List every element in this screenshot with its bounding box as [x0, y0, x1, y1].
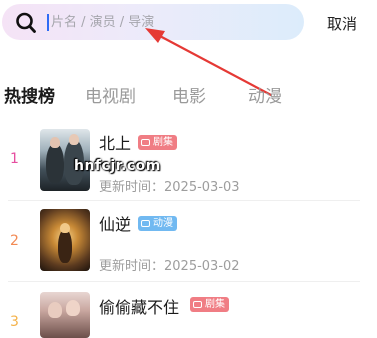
item-title[interactable]: 北上 — [99, 130, 131, 154]
badge-drama: 剧集 — [190, 297, 229, 312]
tab-tv-series[interactable]: 电视剧 — [85, 82, 136, 107]
text-caret — [47, 14, 49, 31]
search-bar[interactable] — [2, 4, 304, 40]
update-time: 更新时间：2025-03-02 — [99, 259, 240, 274]
update-time: 更新时间：2025-03-03 — [99, 180, 240, 195]
search-input[interactable] — [51, 9, 291, 35]
rank-number: 1 — [10, 151, 19, 167]
tv-icon — [141, 220, 150, 227]
search-icon — [16, 12, 36, 33]
poster-image[interactable] — [40, 209, 90, 271]
rank-number: 2 — [10, 233, 19, 249]
watermark: hnfcjr.com — [74, 158, 161, 174]
rank-number: 3 — [10, 314, 19, 330]
item-title[interactable]: 仙逆 — [99, 211, 131, 235]
tab-anime[interactable]: 动漫 — [248, 82, 282, 107]
tv-icon — [141, 139, 150, 146]
badge-anime: 动漫 — [138, 216, 177, 231]
item-title[interactable]: 偷偷藏不住 — [99, 294, 179, 318]
cancel-button[interactable]: 取消 — [318, 12, 366, 34]
tab-movie[interactable]: 电影 — [172, 82, 206, 107]
poster-image[interactable] — [40, 292, 90, 338]
badge-drama: 剧集 — [138, 135, 177, 150]
divider — [8, 200, 360, 201]
divider — [8, 281, 360, 282]
tv-icon — [193, 301, 202, 308]
tab-hot-search[interactable]: 热搜榜 — [4, 82, 55, 107]
